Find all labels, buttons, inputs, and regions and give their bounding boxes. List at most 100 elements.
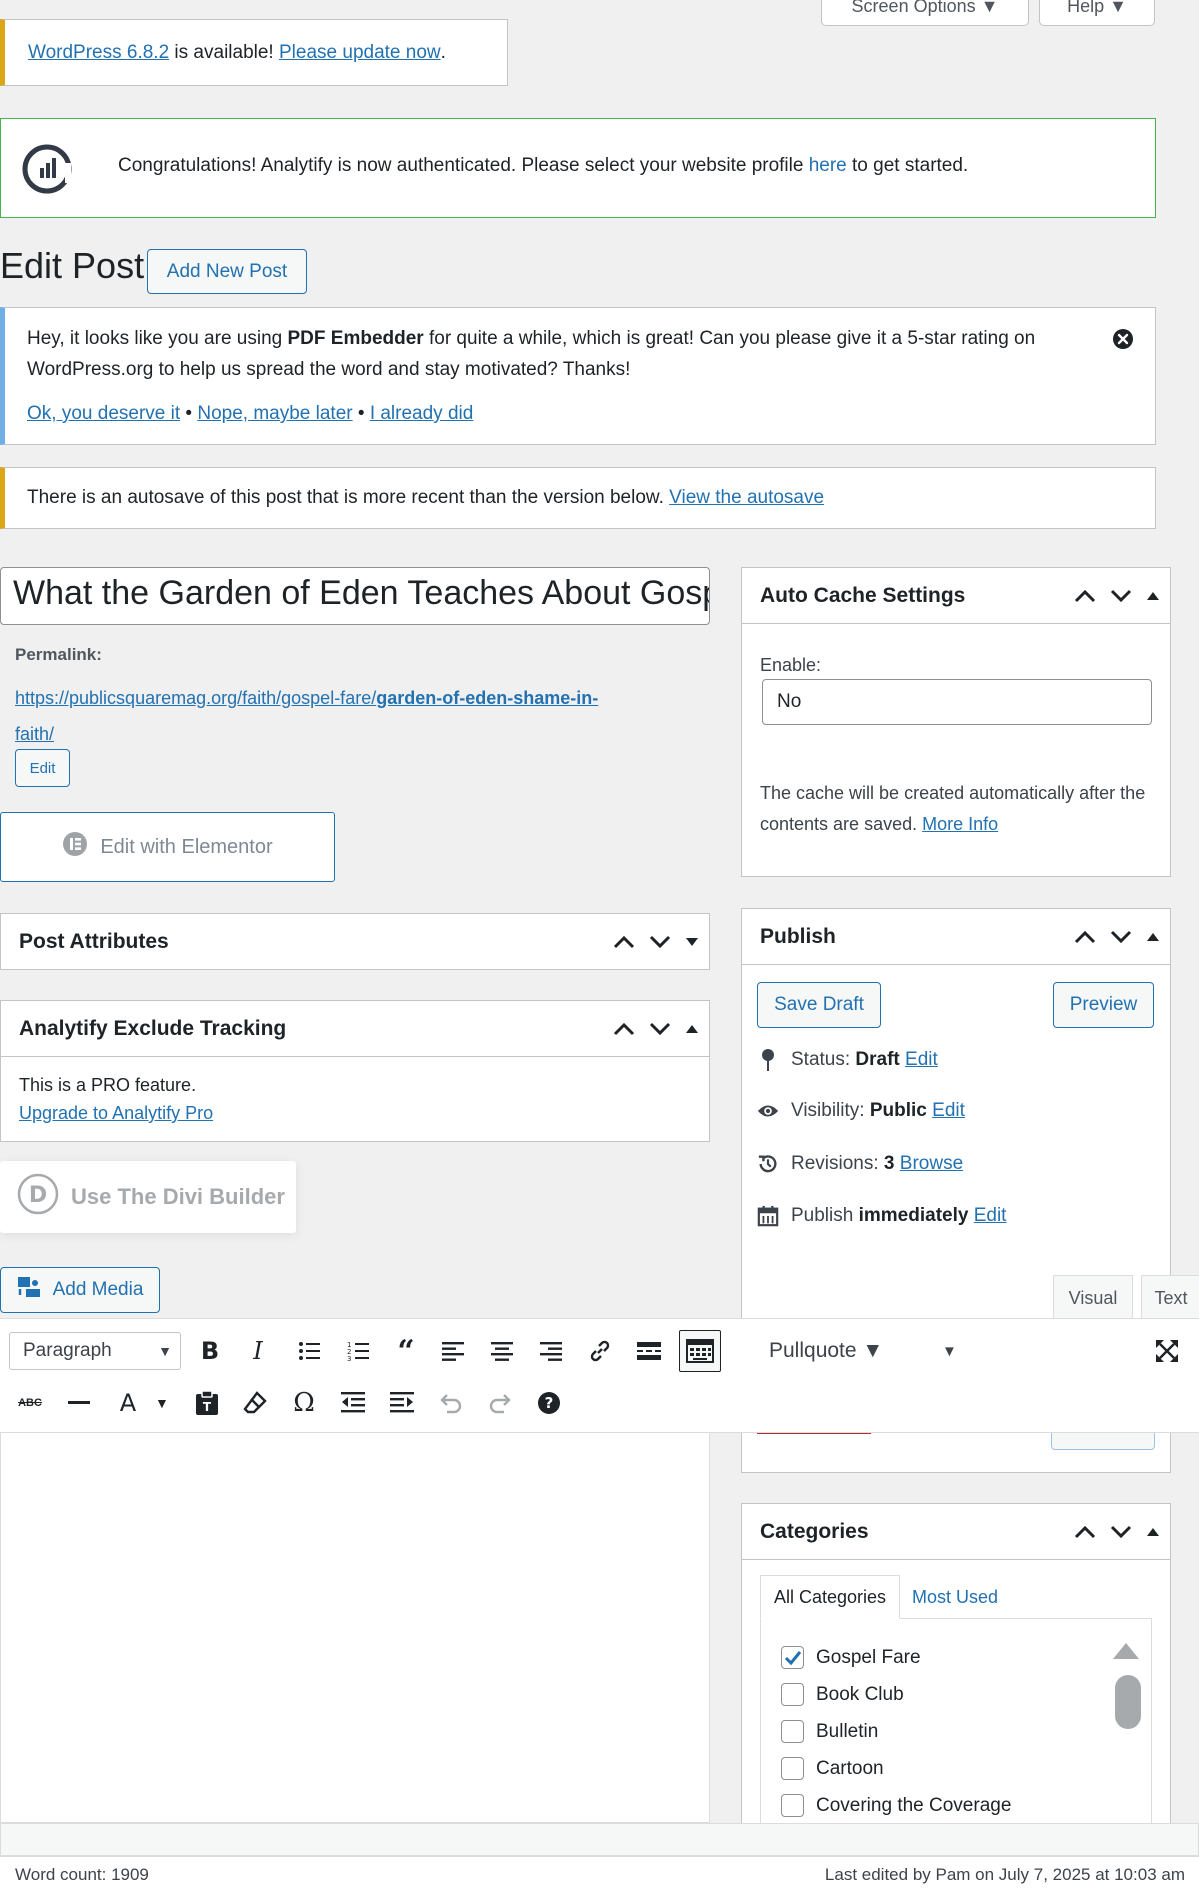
- permalink-end[interactable]: faith/: [15, 724, 54, 744]
- bulleted-list-icon[interactable]: [292, 1334, 326, 1368]
- checkbox-checked[interactable]: [781, 1646, 804, 1669]
- toggle-panel-icon[interactable]: [1146, 591, 1160, 601]
- align-center-icon[interactable]: [485, 1334, 519, 1368]
- tab-all-categories[interactable]: All Categories: [760, 1575, 900, 1619]
- status-row: Status: Draft Edit: [757, 1048, 938, 1072]
- text-color-icon[interactable]: A: [111, 1386, 145, 1420]
- add-media-button[interactable]: Add Media: [0, 1267, 160, 1313]
- checkbox[interactable]: [781, 1683, 804, 1706]
- pullquote-dropdown[interactable]: Pullquote ▼: [769, 1334, 883, 1368]
- format-select[interactable]: Paragraph ▼: [9, 1332, 181, 1370]
- edit-visibility-link[interactable]: Edit: [932, 1100, 965, 1121]
- undo-icon[interactable]: [434, 1386, 468, 1420]
- calendar-icon: [757, 1204, 779, 1228]
- move-up-icon[interactable]: [1074, 1525, 1096, 1539]
- toggle-panel-icon[interactable]: [685, 937, 699, 947]
- category-label: Cartoon: [816, 1757, 884, 1779]
- screen-options-button[interactable]: Screen Options ▼: [821, 0, 1029, 26]
- numbered-list-icon[interactable]: 123: [341, 1334, 375, 1368]
- move-up-icon[interactable]: [1074, 930, 1096, 944]
- auto-cache-title: Auto Cache Settings: [760, 583, 966, 607]
- link-icon[interactable]: [583, 1334, 617, 1368]
- fullscreen-icon[interactable]: [1150, 1334, 1184, 1368]
- more-info-link[interactable]: More Info: [922, 814, 998, 834]
- save-draft-button[interactable]: Save Draft: [757, 982, 881, 1028]
- move-up-icon[interactable]: [613, 935, 635, 949]
- help-icon[interactable]: ?: [532, 1386, 566, 1420]
- clear-formatting-icon[interactable]: [238, 1386, 272, 1420]
- analytify-notice-text: Congratulations! Analytify is now authen…: [118, 155, 809, 176]
- pdf-notice-plugin-name: PDF Embedder: [287, 328, 424, 349]
- blockquote-icon[interactable]: “: [389, 1334, 423, 1369]
- permalink-slug[interactable]: garden-of-eden-shame-in-: [376, 688, 598, 708]
- edit-status-link[interactable]: Edit: [905, 1049, 938, 1070]
- align-right-icon[interactable]: [534, 1334, 568, 1368]
- move-down-icon[interactable]: [1110, 930, 1132, 944]
- scrollbar-thumb[interactable]: [1115, 1675, 1141, 1729]
- horizontal-line-icon[interactable]: [62, 1386, 96, 1420]
- read-more-icon[interactable]: [632, 1334, 666, 1368]
- category-item[interactable]: Book Club: [781, 1676, 1011, 1713]
- edit-with-elementor-button[interactable]: Edit with Elementor: [0, 812, 335, 882]
- analytify-here-link[interactable]: here: [809, 155, 847, 176]
- editor-resize-bar[interactable]: [0, 1823, 1199, 1856]
- rate-ok-link[interactable]: Ok, you deserve it: [27, 403, 180, 424]
- tab-visual[interactable]: Visual: [1053, 1275, 1133, 1320]
- permalink-url[interactable]: https://publicsquaremag.org/faith/gospel…: [15, 680, 705, 752]
- move-down-icon[interactable]: [1110, 1525, 1132, 1539]
- wordpress-version-link[interactable]: WordPress 6.8.2: [28, 42, 169, 64]
- move-up-icon[interactable]: [613, 1022, 635, 1036]
- dismiss-icon[interactable]: [1112, 328, 1134, 350]
- elementor-icon: [62, 831, 88, 863]
- strikethrough-icon[interactable]: ABC: [13, 1386, 47, 1420]
- category-item[interactable]: Bulletin: [781, 1713, 1011, 1750]
- extra-dropdown-icon[interactable]: ▼: [942, 1334, 957, 1368]
- toggle-panel-icon[interactable]: [685, 1024, 699, 1034]
- category-item[interactable]: Cartoon: [781, 1750, 1011, 1787]
- bold-icon[interactable]: B: [193, 1334, 227, 1368]
- move-down-icon[interactable]: [1110, 589, 1132, 603]
- toggle-panel-icon[interactable]: [1146, 1527, 1160, 1537]
- paste-text-icon[interactable]: T: [190, 1386, 224, 1420]
- update-now-link[interactable]: Please update now: [279, 42, 441, 64]
- autosave-text: There is an autosave of this post that i…: [27, 487, 670, 508]
- preview-button[interactable]: Preview: [1053, 982, 1154, 1028]
- add-new-post-button[interactable]: Add New Post: [147, 249, 307, 294]
- enable-select[interactable]: No: [762, 679, 1152, 725]
- view-autosave-link[interactable]: View the autosave: [669, 487, 824, 509]
- update-notice-end: .: [440, 41, 446, 63]
- category-item[interactable]: Gospel Fare: [781, 1639, 1011, 1676]
- indent-icon[interactable]: [385, 1386, 419, 1420]
- italic-icon[interactable]: I: [241, 1334, 275, 1368]
- outdent-icon[interactable]: [336, 1386, 370, 1420]
- help-button[interactable]: Help ▼: [1039, 0, 1155, 26]
- divi-builder-button[interactable]: D Use The Divi Builder: [0, 1161, 296, 1233]
- redo-icon[interactable]: [483, 1386, 517, 1420]
- tab-most-used[interactable]: Most Used: [912, 1575, 998, 1619]
- move-down-icon[interactable]: [649, 935, 671, 949]
- post-title-input[interactable]: What the Garden of Eden Teaches About Go…: [0, 567, 710, 625]
- toggle-panel-icon[interactable]: [1146, 932, 1160, 942]
- revisions-row: Revisions: 3 Browse: [757, 1152, 963, 1176]
- edit-permalink-button[interactable]: Edit: [15, 749, 70, 787]
- checkbox[interactable]: [781, 1794, 804, 1817]
- upgrade-pro-link[interactable]: Upgrade to Analytify Pro: [19, 1099, 213, 1127]
- move-down-icon[interactable]: [649, 1022, 671, 1036]
- editor-content-area[interactable]: [0, 1433, 710, 1823]
- special-character-icon[interactable]: Ω: [287, 1386, 321, 1420]
- revisions-label: Revisions:: [791, 1153, 884, 1174]
- align-left-icon[interactable]: [436, 1334, 470, 1368]
- checkbox[interactable]: [781, 1720, 804, 1743]
- checkbox[interactable]: [781, 1757, 804, 1780]
- rate-later-link[interactable]: Nope, maybe later: [197, 403, 352, 424]
- category-item[interactable]: Covering the Coverage: [781, 1787, 1011, 1824]
- browse-revisions-link[interactable]: Browse: [900, 1153, 963, 1174]
- move-up-icon[interactable]: [1074, 589, 1096, 603]
- rate-done-link[interactable]: I already did: [370, 403, 474, 424]
- scroll-up-icon[interactable]: [1111, 1639, 1141, 1661]
- permalink-base[interactable]: https://publicsquaremag.org/faith/gospel…: [15, 688, 376, 708]
- text-color-dropdown-icon[interactable]: ▼: [155, 1395, 169, 1411]
- toolbar-toggle-icon[interactable]: [679, 1330, 721, 1372]
- edit-schedule-link[interactable]: Edit: [974, 1205, 1007, 1226]
- tab-text[interactable]: Text: [1141, 1275, 1199, 1320]
